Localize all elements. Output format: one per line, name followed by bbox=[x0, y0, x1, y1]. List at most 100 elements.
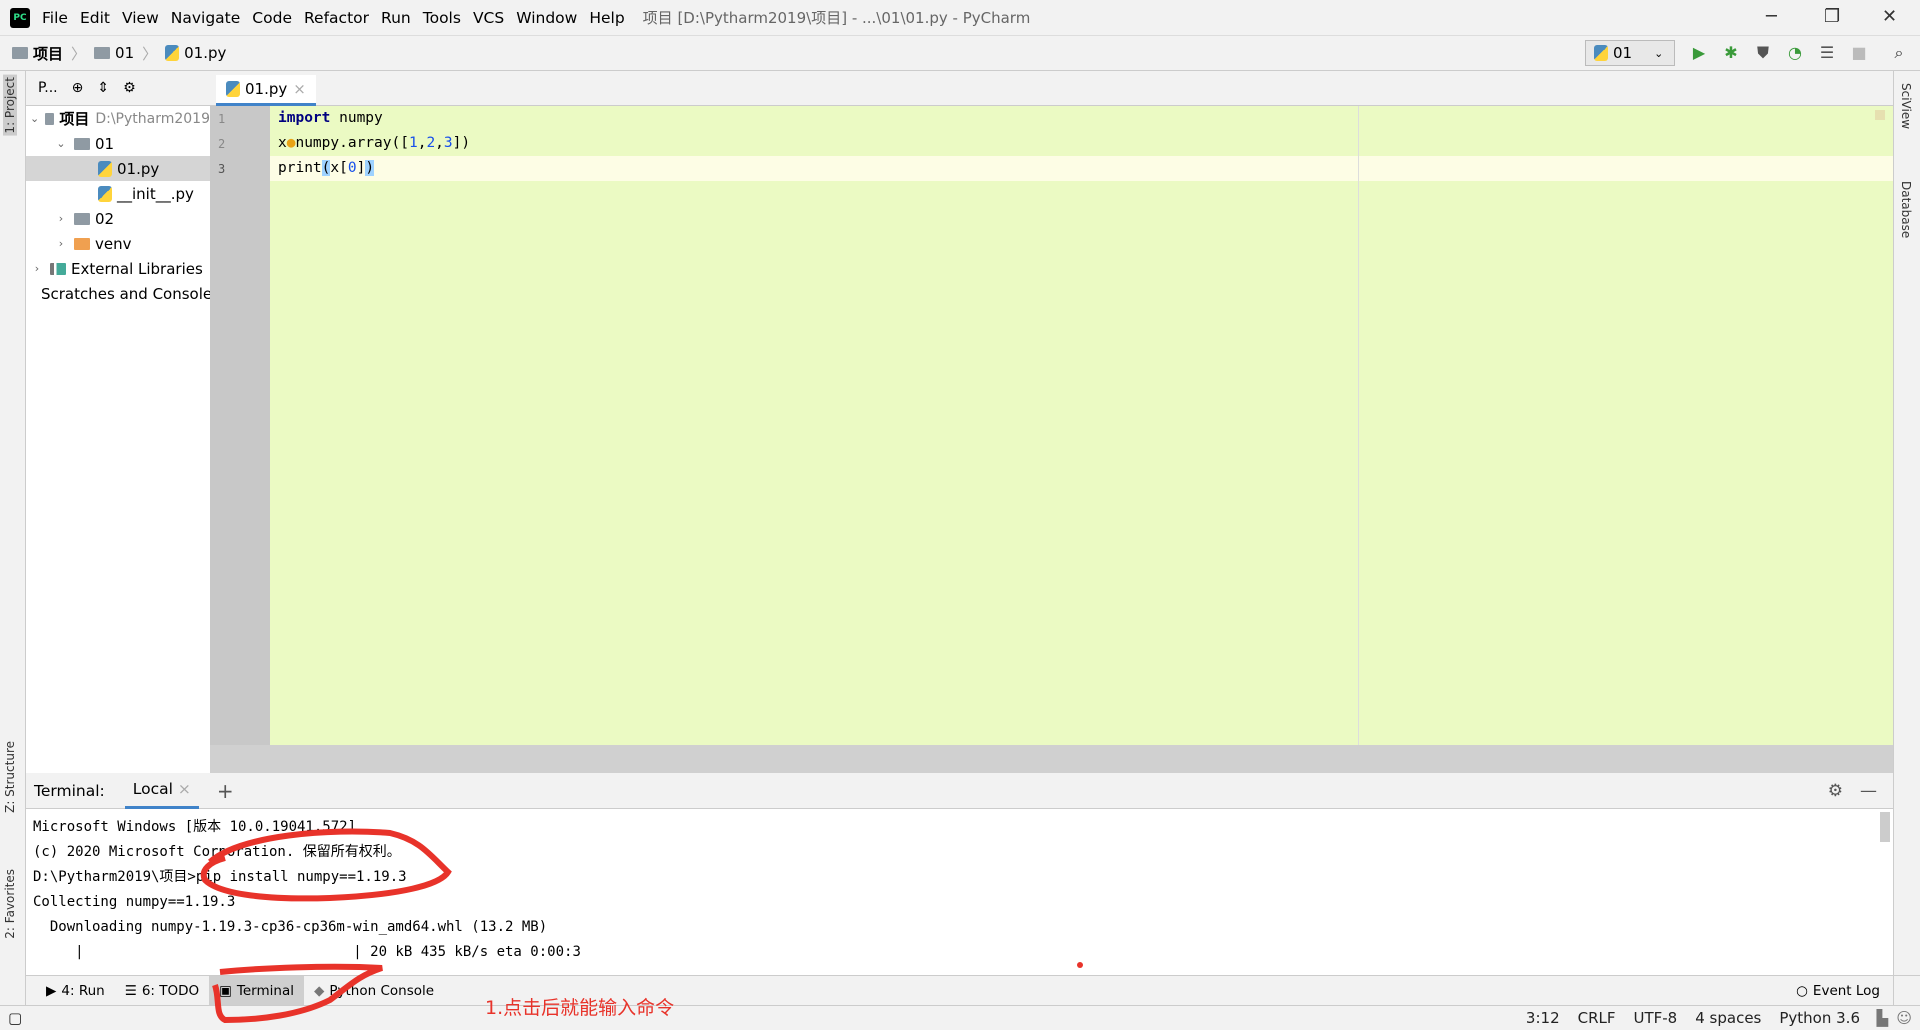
close-tab-icon[interactable]: × bbox=[293, 80, 306, 98]
tree-node[interactable]: ⌄ 01 bbox=[26, 131, 210, 156]
terminal-line: Collecting numpy==1.19.3 bbox=[33, 894, 236, 910]
sciview-tool-tab[interactable]: SciView bbox=[1899, 83, 1913, 129]
tree-node[interactable]: __init__.py bbox=[26, 181, 210, 206]
tree-node-label: External Libraries bbox=[71, 259, 203, 278]
tree-node[interactable]: ⌄ 项目 D:\Pytharm2019 bbox=[26, 106, 210, 131]
project-tree: ⌄ 项目 D:\Pytharm2019 ⌄ 01 01.py __init__.py › 02 ›… bbox=[26, 106, 210, 773]
collapse-all-icon[interactable]: ⇕ bbox=[97, 80, 109, 96]
menu-refactor[interactable]: Refactor bbox=[304, 9, 369, 27]
inspector-icon[interactable]: ☺ bbox=[1896, 1009, 1912, 1027]
folder-icon bbox=[74, 237, 90, 250]
menu-code[interactable]: Code bbox=[252, 9, 292, 27]
terminal-line: Microsoft Windows [版本 10.0.19041.572] bbox=[33, 819, 357, 835]
todo-tool-tab[interactable]: ☰ 6: TODO bbox=[115, 976, 209, 1006]
annotation-note: 1.点击后就能输入命令 bbox=[485, 997, 675, 1019]
indent-setting[interactable]: 4 spaces bbox=[1695, 1009, 1761, 1027]
right-tool-stripe: SciView Database bbox=[1893, 71, 1920, 1005]
menu-vcs[interactable]: VCS bbox=[473, 9, 504, 27]
list-icon: ☰ bbox=[124, 982, 137, 999]
inspection-indicator[interactable] bbox=[1875, 110, 1885, 120]
chevron-down-icon[interactable]: ⌄ bbox=[30, 112, 39, 125]
menu-help[interactable]: Help bbox=[589, 9, 624, 27]
run-config-select[interactable]: 01 ⌄ bbox=[1585, 40, 1675, 66]
caret-position[interactable]: 3:12 bbox=[1526, 1009, 1560, 1027]
menu-navigate[interactable]: Navigate bbox=[171, 9, 241, 27]
menu-file[interactable]: File bbox=[42, 9, 68, 27]
terminal-scrollbar[interactable] bbox=[1880, 812, 1890, 842]
gear-icon[interactable]: ⚙ bbox=[1828, 781, 1843, 801]
menu-window[interactable]: Window bbox=[516, 9, 577, 27]
menu-tools[interactable]: Tools bbox=[423, 9, 461, 27]
menu-view[interactable]: View bbox=[122, 9, 159, 27]
folder-icon bbox=[12, 47, 28, 59]
close-button[interactable]: ✕ bbox=[1882, 6, 1897, 27]
breadcrumb-project[interactable]: 项目 bbox=[12, 43, 63, 64]
menu-edit[interactable]: Edit bbox=[80, 9, 110, 27]
debug-icon[interactable]: ✱ bbox=[1722, 44, 1740, 62]
tree-node[interactable]: Scratches and Consoles bbox=[26, 281, 210, 306]
tree-node[interactable]: › 02 bbox=[26, 206, 210, 231]
hide-icon[interactable]: — bbox=[1860, 781, 1877, 801]
code-editor[interactable]: import numpy x●numpy.array([1,2,3]) prin… bbox=[270, 106, 1893, 745]
lightbulb-icon[interactable]: ● bbox=[287, 135, 296, 151]
line-number: 2 bbox=[218, 137, 226, 151]
breadcrumb-01[interactable]: 01 bbox=[94, 44, 134, 62]
run-icon[interactable]: ▶ bbox=[1690, 44, 1708, 62]
file-encoding[interactable]: UTF-8 bbox=[1634, 1009, 1678, 1027]
database-tool-tab[interactable]: Database bbox=[1899, 181, 1913, 238]
close-tab-icon[interactable]: × bbox=[178, 780, 191, 798]
menu-run[interactable]: Run bbox=[381, 9, 411, 27]
python-file-icon bbox=[98, 185, 112, 202]
terminal-tool-tab[interactable]: ▣ Terminal bbox=[209, 975, 304, 1006]
folder-icon bbox=[74, 212, 90, 225]
new-session-plus-icon[interactable]: + bbox=[217, 779, 234, 803]
terminal-header: Terminal: Local × + ⚙ — bbox=[26, 773, 1893, 809]
terminal-line: D:\Pytharm2019\项目>pip install numpy==1.1… bbox=[33, 869, 407, 885]
run-tool-tab[interactable]: ▶ 4: Run bbox=[36, 976, 115, 1006]
terminal-output[interactable]: Microsoft Windows [版本 10.0.19041.572] (c… bbox=[26, 809, 1893, 975]
event-log-tool-tab[interactable]: ○ Event Log bbox=[1786, 976, 1890, 1006]
tree-node[interactable]: › venv bbox=[26, 231, 210, 256]
run-icon: ▶ bbox=[46, 982, 57, 999]
python-file-icon bbox=[98, 160, 112, 177]
terminal-tab-local[interactable]: Local × bbox=[124, 773, 199, 809]
line-number: 3 bbox=[218, 162, 226, 176]
tool-windows-icon[interactable]: ▢ bbox=[8, 1009, 22, 1027]
lock-icon[interactable]: ▙ bbox=[1876, 1009, 1888, 1027]
chevron-right-icon[interactable]: › bbox=[54, 237, 68, 250]
tree-node-label: venv bbox=[95, 234, 132, 253]
stop-icon[interactable]: ■ bbox=[1850, 44, 1868, 62]
profile-icon[interactable]: ◔ bbox=[1786, 44, 1804, 62]
structure-tool-tab[interactable]: Z: Structure bbox=[3, 741, 17, 813]
gear-icon[interactable]: ⚙ bbox=[123, 80, 136, 96]
tree-node-label: 01 bbox=[95, 134, 115, 153]
menu-bar: File Edit View Navigate Code Refactor Run Tools… bbox=[42, 9, 637, 27]
coverage-icon[interactable]: ⛊ bbox=[1754, 44, 1772, 62]
search-icon[interactable]: ⌕ bbox=[1890, 44, 1908, 62]
tree-node[interactable]: 01.py bbox=[26, 156, 210, 181]
python-icon bbox=[1594, 45, 1608, 61]
folder-icon bbox=[45, 112, 55, 125]
concurrency-icon[interactable]: ☰ bbox=[1818, 44, 1836, 62]
project-view-select[interactable]: P... bbox=[38, 80, 58, 96]
breadcrumb-file[interactable]: 01.py bbox=[165, 44, 226, 62]
library-icon bbox=[50, 262, 66, 275]
event-log-icon: ○ bbox=[1796, 982, 1808, 999]
bottom-tool-bar: ▶ 4: Run ☰ 6: TODO ▣ Terminal ◆ Python Conso… bbox=[26, 975, 1920, 1006]
chevron-right-icon[interactable]: › bbox=[30, 262, 44, 275]
terminal-label: Terminal: bbox=[34, 781, 105, 800]
folder-icon bbox=[74, 137, 90, 150]
chevron-right-icon[interactable]: › bbox=[54, 212, 68, 225]
line-gutter: 1 2 3 bbox=[210, 106, 270, 745]
minimize-button[interactable]: ─ bbox=[1766, 6, 1777, 27]
tab-01-py[interactable]: 01.py × bbox=[216, 75, 316, 106]
restore-button[interactable]: ❐ bbox=[1824, 6, 1840, 27]
project-tool-tab[interactable]: 1: Project bbox=[3, 75, 17, 136]
favorites-tool-tab[interactable]: 2: Favorites bbox=[3, 869, 17, 939]
locate-icon[interactable]: ⊕ bbox=[72, 80, 84, 96]
tree-node[interactable]: › External Libraries bbox=[26, 256, 210, 281]
chevron-down-icon[interactable]: ⌄ bbox=[54, 137, 68, 150]
line-separator[interactable]: CRLF bbox=[1578, 1009, 1616, 1027]
python-console-tool-tab[interactable]: ◆ Python Console bbox=[304, 976, 444, 1006]
python-interpreter[interactable]: Python 3.6 bbox=[1779, 1009, 1860, 1027]
